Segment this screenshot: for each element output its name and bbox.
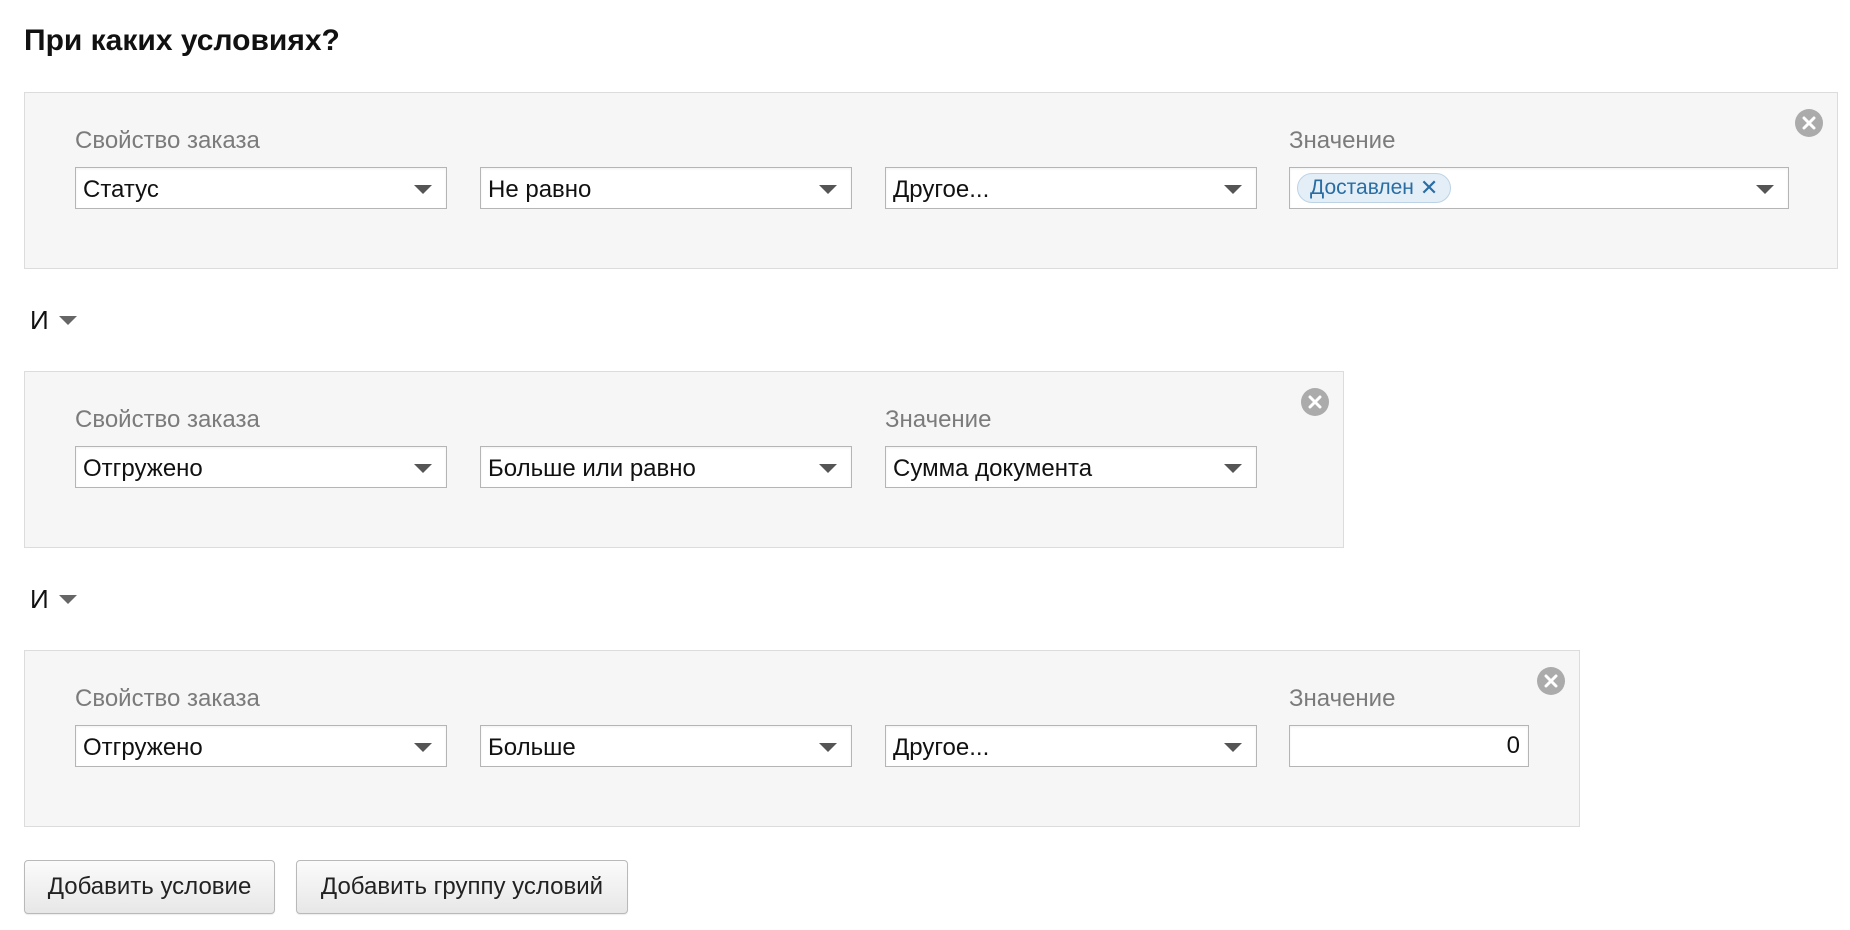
property-select[interactable]: Статус — [75, 167, 447, 209]
remove-condition-button[interactable] — [1301, 388, 1329, 416]
value-input[interactable] — [1289, 725, 1529, 767]
property-label: Свойство заказа — [75, 406, 260, 433]
logic-connector-toggle[interactable]: И — [30, 584, 77, 615]
value-label: Значение — [1289, 127, 1396, 154]
chevron-down-icon — [58, 316, 77, 325]
conditions-page: При каких условиях? Свойство заказа Знач… — [0, 0, 1850, 930]
close-circle-icon — [1544, 674, 1558, 688]
logic-connector-toggle[interactable]: И — [30, 305, 77, 336]
page-title: При каких условиях? — [24, 24, 340, 57]
property-select[interactable]: Отгружено — [75, 725, 447, 767]
compare-source-value: Другое... — [893, 734, 990, 761]
chevron-down-icon — [1224, 185, 1242, 194]
operator-select-value: Больше — [488, 734, 576, 761]
value-select[interactable]: Сумма документа — [885, 446, 1257, 488]
condition-block-1: Свойство заказа Значение Статус Не равно… — [24, 92, 1838, 269]
operator-select[interactable]: Больше или равно — [480, 446, 852, 488]
condition-block-3: Свойство заказа Значение Отгружено Больш… — [24, 650, 1580, 827]
chevron-down-icon — [414, 185, 432, 194]
operator-select[interactable]: Больше — [480, 725, 852, 767]
value-tag: Доставлен ✕ — [1297, 173, 1452, 203]
add-condition-button[interactable]: Добавить условие — [24, 860, 275, 914]
property-select-value: Статус — [83, 176, 159, 203]
chevron-down-icon[interactable] — [1756, 185, 1774, 194]
chevron-down-icon — [819, 464, 837, 473]
property-label: Свойство заказа — [75, 685, 260, 712]
property-select-value: Отгружено — [83, 734, 203, 761]
chevron-down-icon — [819, 743, 837, 752]
value-tag-label: Доставлен — [1310, 176, 1414, 199]
add-condition-group-button[interactable]: Добавить группу условий — [296, 860, 628, 914]
logic-connector-label: И — [30, 305, 49, 335]
operator-select[interactable]: Не равно — [480, 167, 852, 209]
value-label: Значение — [885, 406, 992, 433]
compare-source-value: Другое... — [893, 176, 990, 203]
compare-source-select[interactable]: Другое... — [885, 167, 1257, 209]
property-select-value: Отгружено — [83, 455, 203, 482]
remove-condition-button[interactable] — [1537, 667, 1565, 695]
operator-select-value: Больше или равно — [488, 455, 696, 482]
chevron-down-icon — [819, 185, 837, 194]
value-multiselect[interactable]: Доставлен ✕ — [1289, 167, 1789, 209]
remove-condition-button[interactable] — [1795, 109, 1823, 137]
property-label: Свойство заказа — [75, 127, 260, 154]
value-select-value: Сумма документа — [893, 455, 1093, 482]
logic-connector-label: И — [30, 584, 49, 614]
value-label: Значение — [1289, 685, 1396, 712]
operator-select-value: Не равно — [488, 176, 592, 203]
compare-source-select[interactable]: Другое... — [885, 725, 1257, 767]
property-select[interactable]: Отгружено — [75, 446, 447, 488]
chevron-down-icon — [58, 595, 77, 604]
chevron-down-icon — [414, 464, 432, 473]
condition-block-2: Свойство заказа Значение Отгружено Больш… — [24, 371, 1344, 548]
chevron-down-icon — [1224, 464, 1242, 473]
close-circle-icon — [1802, 116, 1816, 130]
close-circle-icon — [1308, 395, 1322, 409]
chevron-down-icon — [1224, 743, 1242, 752]
chevron-down-icon — [414, 743, 432, 752]
tag-remove-icon[interactable]: ✕ — [1420, 177, 1438, 199]
